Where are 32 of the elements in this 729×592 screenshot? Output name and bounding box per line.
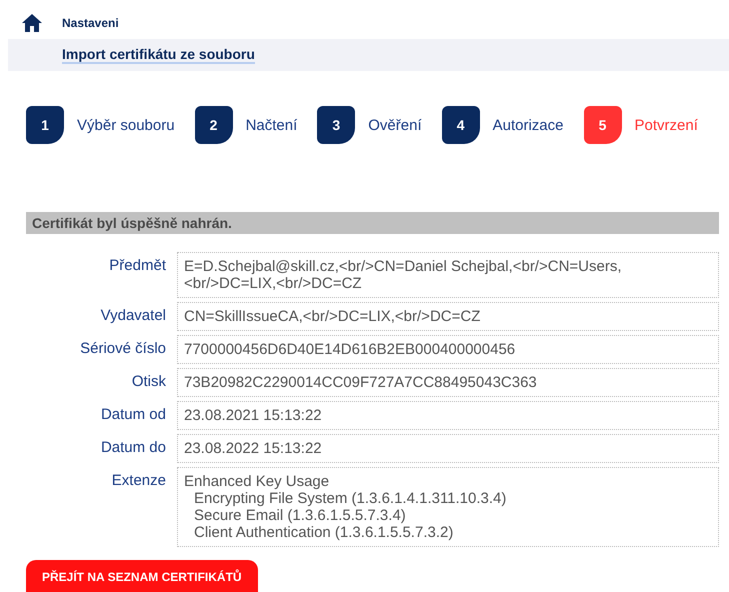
step-number: 4 [442,106,480,144]
field-value: 73B20982C2290014CC09F727A7CC88495043C363 [177,368,719,397]
step-number: 5 [584,106,622,144]
step-label: Potvrzení [634,116,698,134]
field-value: E=D.Schejbal@skill.cz,<br/>CN=Daniel Schejbal,<br/>CN=Users,<br/>DC=LIX,<br/>DC=CZ [177,252,719,298]
extension-item: Encrypting File System (1.3.6.1.4.1.311.10.3.4) [193,490,508,507]
field-label: Otisk [130,372,166,392]
field-label: Vydavatel [100,306,166,326]
field-label: Sériové číslo [79,339,166,359]
step-label: Ověření [368,116,422,134]
field-label: Předmět [108,256,166,276]
success-message: Certifikát byl úspěšně nahrán. [26,212,719,234]
field-value: 23.08.2022 15:13:22 [177,434,719,463]
extension-name: Enhanced Key Usage [184,473,330,490]
field-label: Extenze [110,471,166,491]
step-label: Výběr souboru [77,116,175,134]
field-label: Datum od [100,405,166,425]
extension-item: Client Authentication (1.3.6.1.5.5.7.3.2) [193,524,454,541]
breadcrumb-link[interactable]: Nastaveni [62,16,119,30]
field-value: 7700000456D6D40E14D616B2EB000400000456 [177,335,719,364]
step-number: 2 [194,106,233,144]
step-label: Autorizace [492,116,564,134]
extension-item: Secure Email (1.3.6.1.5.5.7.3.4) [193,507,407,524]
step-number: 1 [26,106,64,144]
page-title: Import certifikátu ze souboru [62,46,255,64]
certificate-list-button[interactable]: PŘEJÍT NA SEZNAM CERTIFIKÁTŮ [26,560,258,592]
field-value: 23.08.2021 15:13:22 [177,401,719,430]
step-label: Načtení [246,116,298,134]
step-number: 3 [317,106,356,144]
field-value: CN=SkillIssueCA,<br/>DC=LIX,<br/>DC=CZ [177,302,719,331]
home-icon[interactable] [22,14,42,32]
field-label: Datum do [100,438,166,458]
